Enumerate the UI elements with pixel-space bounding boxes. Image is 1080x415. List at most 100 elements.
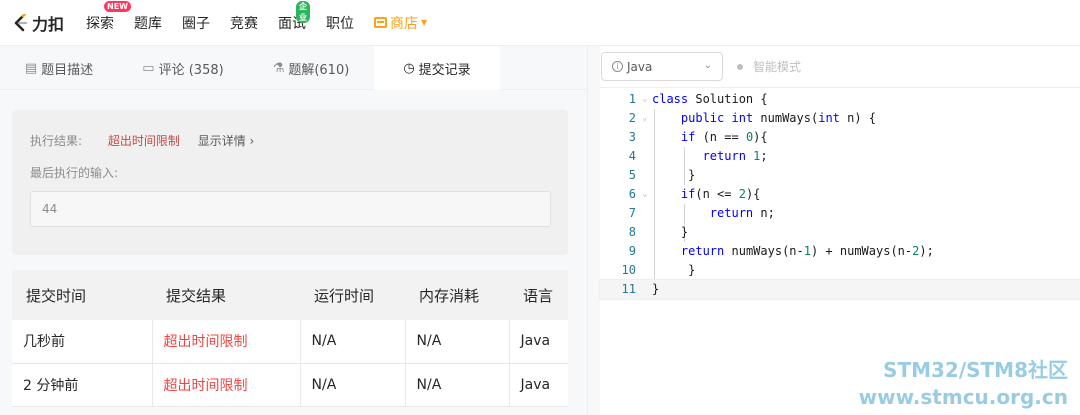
problem-tabs: ▤ 题目描述 ▭ 评论 (358) ⚗ 题解(610) ◷ 提交记录 bbox=[0, 46, 587, 90]
code-text: } bbox=[652, 168, 696, 182]
line-number: 1 bbox=[628, 92, 636, 106]
left-panel: ▤ 题目描述 ▭ 评论 (358) ⚗ 题解(610) ◷ 提交记录 执行结果:… bbox=[0, 46, 587, 415]
language-cell: Java bbox=[509, 320, 568, 364]
last-input-box: 44 bbox=[30, 191, 551, 227]
nav-item-interview[interactable]: 面试 企业 bbox=[278, 0, 310, 33]
line-number: 7 bbox=[628, 206, 636, 220]
flask-icon: ⚗ bbox=[272, 60, 285, 76]
line-number: 6 bbox=[628, 187, 636, 201]
nav-item-problems[interactable]: 题库 bbox=[134, 13, 162, 33]
tab-submissions[interactable]: ◷ 提交记录 bbox=[374, 46, 500, 90]
code-line[interactable]: 5 } bbox=[600, 166, 1080, 185]
line-number: 9 bbox=[628, 244, 636, 258]
tab-label: 提交记录 bbox=[418, 62, 471, 78]
code-text: if (n == 0){ bbox=[680, 130, 768, 144]
code-text: if(n <= 2){ bbox=[680, 187, 761, 201]
language-cell: Java bbox=[509, 363, 568, 407]
show-details-link[interactable]: 显示详情 › bbox=[198, 134, 255, 148]
runtime-cell: N/A bbox=[300, 320, 406, 364]
fold-chevron-icon[interactable]: ⌄ bbox=[642, 109, 647, 128]
line-number: 5 bbox=[628, 168, 636, 182]
code-line[interactable]: 7 return n; bbox=[600, 204, 1080, 223]
table-header: 提交结果 bbox=[152, 270, 300, 320]
nav-item-label: 探索 bbox=[86, 15, 114, 32]
doc-icon: ▤ bbox=[24, 60, 38, 76]
memory-cell: N/A bbox=[405, 363, 510, 407]
watermark-url: www.stmcu.org.cn bbox=[858, 385, 1068, 409]
store-icon bbox=[374, 17, 387, 28]
tab-label: 题解(610) bbox=[288, 62, 350, 78]
code-text: public int numWays(int n) { bbox=[680, 111, 877, 125]
code-line[interactable]: 2 ⌄ public int numWays(int n) { bbox=[600, 109, 1080, 128]
nav-item-label: 题库 bbox=[134, 15, 162, 32]
code-line[interactable]: 11} bbox=[599, 279, 1080, 300]
smart-mode-toggle[interactable]: 智能模式 bbox=[737, 58, 801, 75]
code-lines: 1 ⌄ class Solution { 2 ⌄ public int numWays(… bbox=[599, 90, 1080, 300]
nav-item-store[interactable]: 商店 ▼ bbox=[374, 13, 427, 33]
smart-mode-label: 智能模式 bbox=[753, 60, 802, 74]
chevron-down-icon: ⌄ bbox=[703, 60, 712, 71]
top-nav: 力扣 探索 NEW 题库 圈子 竞赛 面试 企业 职位 商店 ▼ bbox=[0, 0, 1080, 46]
result-row: 执行结果: 超出时间限制 显示详情 › bbox=[30, 132, 254, 149]
language-select-value: Java bbox=[627, 59, 653, 74]
nav-item-circle[interactable]: 圈子 bbox=[182, 13, 210, 33]
runtime-cell: N/A bbox=[300, 363, 406, 407]
result-panel: 执行结果: 超出时间限制 显示详情 › 最后执行的输入: 44 bbox=[12, 110, 568, 255]
nav-item-label: 圈子 bbox=[182, 15, 210, 32]
comment-icon: ▭ bbox=[142, 60, 155, 76]
submit-time-cell: 2 分钟前 bbox=[12, 363, 153, 407]
code-line[interactable]: 9 return numWays(n-1) + numWays(n-2); bbox=[600, 242, 1080, 261]
code-line[interactable]: 8 } bbox=[600, 223, 1080, 242]
table-header: 提交时间 bbox=[12, 270, 152, 320]
table-row[interactable]: 几秒前 超出时间限制 N/A N/A Java bbox=[12, 320, 568, 364]
editor-panel: i Java ⌄ 智能模式 1 ⌄ class Solution { 2 ⌄ publi… bbox=[599, 46, 1080, 415]
nav-item-jobs[interactable]: 职位 bbox=[326, 13, 354, 33]
table-row[interactable]: 2 分钟前 超出时间限制 N/A N/A Java bbox=[12, 363, 568, 407]
code-line[interactable]: 6 ⌄ if(n <= 2){ bbox=[600, 185, 1080, 204]
code-text: } bbox=[652, 282, 660, 296]
table-header: 内存消耗 bbox=[405, 270, 509, 320]
line-number: 2 bbox=[628, 111, 636, 125]
logo[interactable]: 力扣 bbox=[12, 11, 74, 35]
tab-solutions[interactable]: ⚗ 题解(610) bbox=[248, 46, 374, 90]
result-status: 超出时间限制 bbox=[107, 134, 180, 148]
code-line[interactable]: 3 if (n == 0){ bbox=[600, 128, 1080, 147]
code-text: return 1; bbox=[702, 149, 768, 163]
enterprise-badge: 企业 bbox=[296, 0, 310, 23]
submit-result-link[interactable]: 超出时间限制 bbox=[152, 363, 301, 407]
editor-toolbar: i Java ⌄ 智能模式 bbox=[600, 46, 1080, 88]
code-editor[interactable]: 1 ⌄ class Solution { 2 ⌄ public int numWays(… bbox=[599, 90, 1080, 300]
table-header: 运行时间 bbox=[300, 270, 405, 320]
result-label: 执行结果: bbox=[30, 134, 83, 148]
nav-item-label: 职位 bbox=[326, 15, 354, 32]
smart-mode-dot-icon bbox=[737, 63, 743, 70]
tab-comments[interactable]: ▭ 评论 (358) bbox=[118, 46, 248, 90]
submit-result-link[interactable]: 超出时间限制 bbox=[152, 320, 301, 364]
line-number: 10 bbox=[621, 263, 636, 277]
fold-chevron-icon[interactable]: ⌄ bbox=[642, 185, 647, 204]
nav-item-contest[interactable]: 竞赛 bbox=[230, 13, 258, 33]
tab-description[interactable]: ▤ 题目描述 bbox=[0, 46, 118, 90]
caret-down-icon: ▼ bbox=[421, 18, 428, 27]
memory-cell: N/A bbox=[405, 320, 510, 364]
last-input-label: 最后执行的输入: bbox=[30, 166, 119, 180]
fold-chevron-icon[interactable]: ⌄ bbox=[642, 90, 647, 109]
submit-time-cell: 几秒前 bbox=[12, 320, 153, 364]
panel-resize-handle[interactable] bbox=[587, 46, 600, 415]
code-line[interactable]: 10 } bbox=[600, 261, 1080, 280]
code-text: return numWays(n-1) + numWays(n-2); bbox=[680, 244, 934, 258]
tab-label: 评论 (358) bbox=[158, 62, 224, 78]
leetcode-logo-icon bbox=[14, 13, 28, 31]
code-text: } bbox=[652, 263, 696, 277]
code-text: class Solution { bbox=[652, 92, 768, 106]
nav-item-explore[interactable]: 探索 NEW bbox=[86, 0, 131, 33]
line-number: 11 bbox=[621, 282, 636, 296]
code-line[interactable]: 1 ⌄ class Solution { bbox=[600, 90, 1080, 109]
info-icon: i bbox=[612, 61, 623, 72]
line-number: 3 bbox=[628, 130, 636, 144]
line-number: 4 bbox=[628, 149, 636, 163]
code-line[interactable]: 4 return 1; bbox=[600, 147, 1080, 166]
nav-item-label: 竞赛 bbox=[230, 15, 258, 32]
language-select[interactable]: i Java ⌄ bbox=[601, 52, 723, 81]
code-text: return n; bbox=[709, 206, 775, 220]
